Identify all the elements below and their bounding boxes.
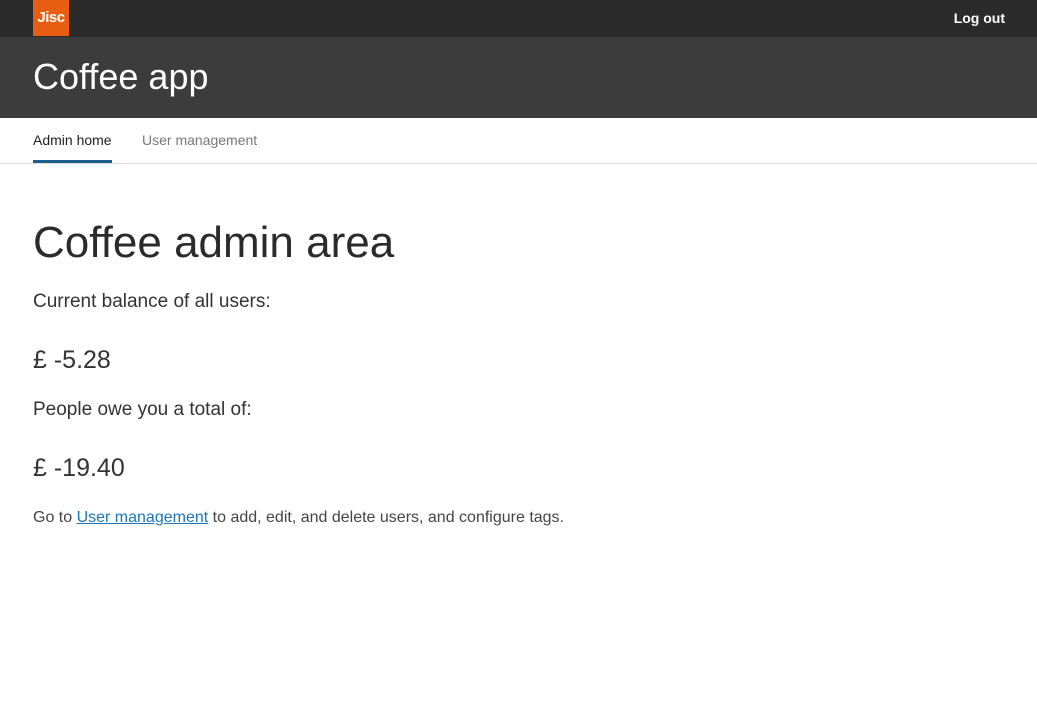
nav-tabs: Admin home User management	[0, 118, 1037, 164]
user-management-hint: Go to User management to add, edit, and …	[33, 507, 564, 529]
page-title: Coffee admin area	[33, 218, 395, 267]
tab-admin-home[interactable]: Admin home	[33, 118, 112, 163]
top-bar: Jisc Log out	[0, 0, 1037, 37]
owed-value: £ -19.40	[33, 454, 125, 482]
balance-label: Current balance of all users:	[33, 291, 271, 312]
user-management-link[interactable]: User management	[77, 509, 209, 526]
jisc-logo[interactable]: Jisc	[33, 0, 69, 36]
balance-value: £ -5.28	[33, 346, 111, 374]
hint-suffix: to add, edit, and delete users, and conf…	[208, 509, 564, 526]
hint-prefix: Go to	[33, 509, 77, 526]
logout-button[interactable]: Log out	[954, 0, 1005, 37]
tab-user-management[interactable]: User management	[142, 118, 257, 160]
title-bar: Coffee app	[0, 37, 1037, 118]
app-title: Coffee app	[33, 56, 209, 97]
owed-label: People owe you a total of:	[33, 399, 252, 420]
